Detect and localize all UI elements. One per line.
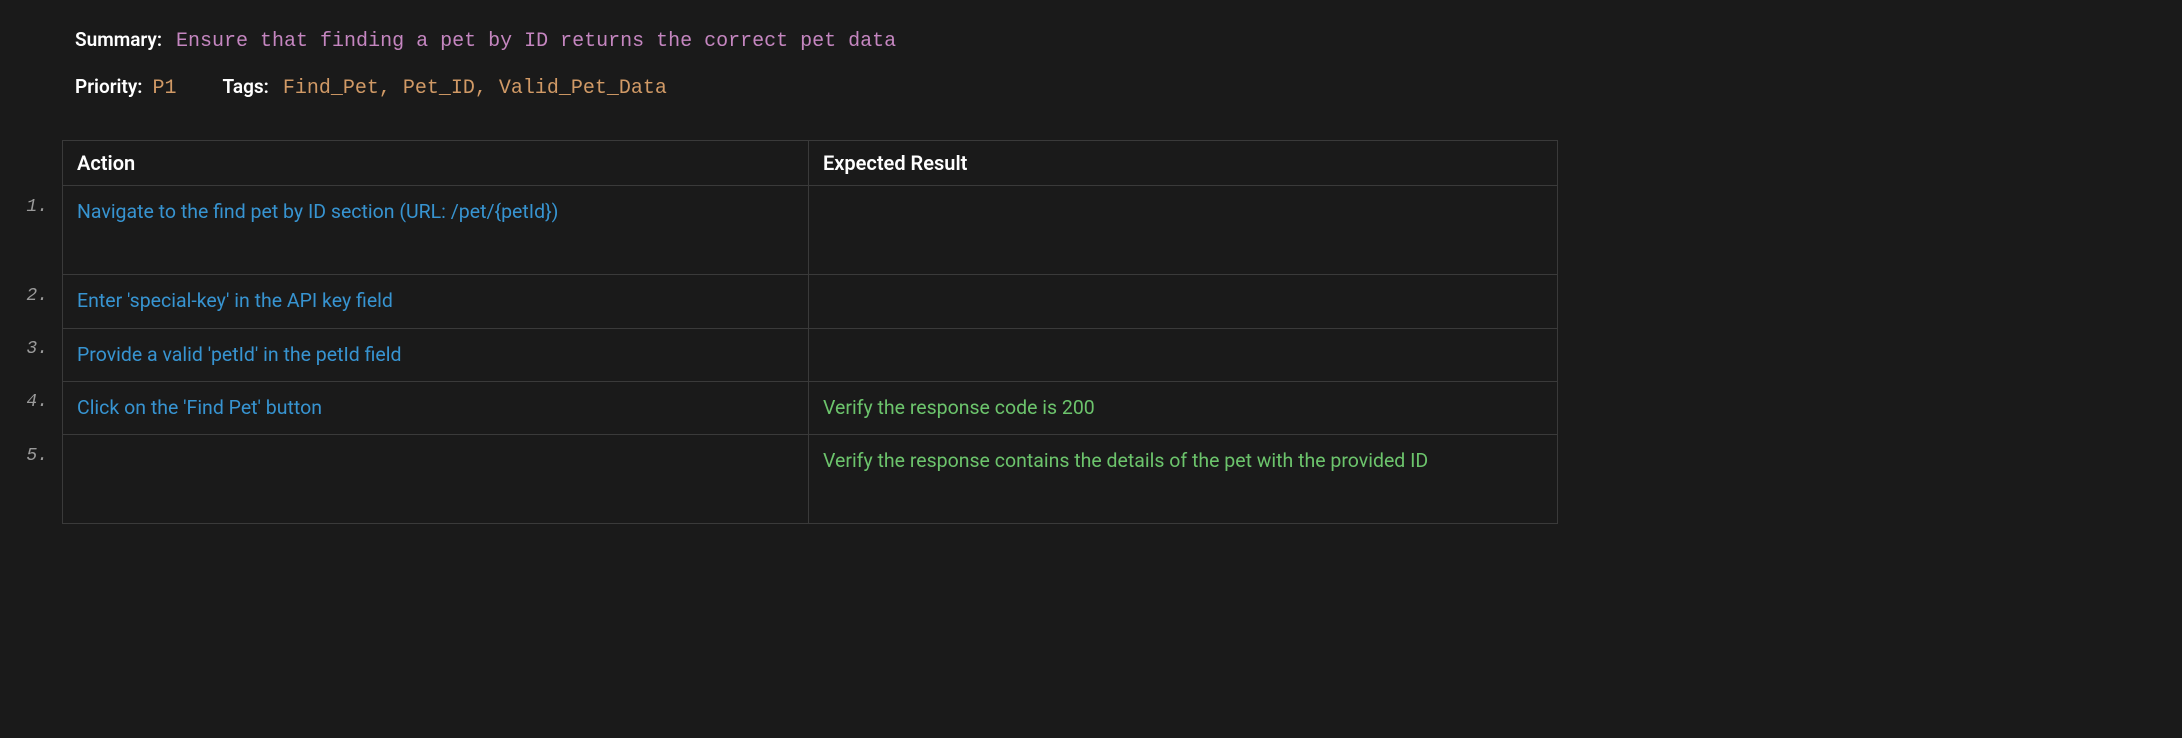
- step-expected: [809, 328, 1558, 381]
- step-expected: Verify the response code is 200: [809, 381, 1558, 434]
- tags-value: Find_Pet, Pet_ID, Valid_Pet_Data: [283, 77, 667, 100]
- row-number: 2.: [14, 286, 48, 306]
- row-number: 5.: [14, 446, 48, 466]
- test-case-panel: Summary: Ensure that finding a pet by ID…: [75, 28, 1635, 524]
- table-row: Enter 'special-key' in the API key field: [63, 275, 1558, 328]
- step-action: [63, 435, 809, 524]
- tags-block: Tags: Find_Pet, Pet_ID, Valid_Pet_Data: [223, 75, 667, 100]
- step-expected: [809, 186, 1558, 275]
- header-action: Action: [63, 141, 809, 186]
- step-action: Click on the 'Find Pet' button: [63, 381, 809, 434]
- header-expected: Expected Result: [809, 141, 1558, 186]
- table-row: Verify the response contains the details…: [63, 435, 1558, 524]
- priority-tags-row: Priority: P1 Tags: Find_Pet, Pet_ID, Val…: [75, 75, 1635, 100]
- summary-label: Summary:: [75, 28, 162, 51]
- step-expected: [809, 275, 1558, 328]
- steps-table-wrap: Action Expected Result Navigate to the f…: [62, 140, 1635, 524]
- priority-label: Priority:: [75, 75, 142, 98]
- steps-table: Action Expected Result Navigate to the f…: [62, 140, 1558, 524]
- table-row: Navigate to the find pet by ID section (…: [63, 186, 1558, 275]
- step-action: Provide a valid 'petId' in the petId fie…: [63, 328, 809, 381]
- step-action: Enter 'special-key' in the API key field: [63, 275, 809, 328]
- row-number: 3.: [14, 339, 48, 359]
- row-number: 1.: [14, 197, 48, 217]
- summary-value: Ensure that finding a pet by ID returns …: [176, 30, 896, 53]
- step-action: Navigate to the find pet by ID section (…: [63, 186, 809, 275]
- summary-row: Summary: Ensure that finding a pet by ID…: [75, 28, 1635, 53]
- step-expected: Verify the response contains the details…: [809, 435, 1558, 524]
- table-row: Provide a valid 'petId' in the petId fie…: [63, 328, 1558, 381]
- row-number: 4.: [14, 392, 48, 412]
- priority-value: P1: [152, 77, 176, 100]
- tags-label: Tags:: [223, 75, 269, 98]
- table-row: Click on the 'Find Pet' buttonVerify the…: [63, 381, 1558, 434]
- table-header-row: Action Expected Result: [63, 141, 1558, 186]
